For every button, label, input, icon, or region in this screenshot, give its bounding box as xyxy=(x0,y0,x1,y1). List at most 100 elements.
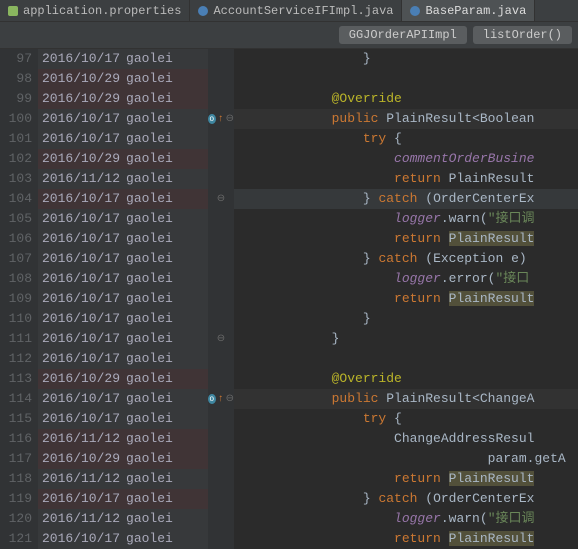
token-ident: } xyxy=(363,491,379,506)
annotate-row[interactable]: 2016/10/17gaolei xyxy=(38,269,208,289)
code-line[interactable] xyxy=(234,349,578,369)
code-line[interactable]: public PlainResult<ChangeA xyxy=(234,389,578,409)
fold-toggle-icon[interactable]: ⊖ xyxy=(217,333,225,345)
line-number[interactable]: 119 xyxy=(4,489,32,509)
code-line[interactable]: } catch (Exception e) xyxy=(234,249,578,269)
editor-tab[interactable]: application.properties xyxy=(0,0,190,21)
code-line[interactable]: commentOrderBusine xyxy=(234,149,578,169)
annotate-row[interactable]: 2016/10/17gaolei xyxy=(38,529,208,549)
implements-up-arrow-icon[interactable]: ↑ xyxy=(218,394,224,405)
code-line[interactable]: public PlainResult<Boolean xyxy=(234,109,578,129)
code-line[interactable]: try { xyxy=(234,409,578,429)
annotate-row[interactable]: 2016/10/29gaolei xyxy=(38,149,208,169)
breadcrumb-segment[interactable]: GGJOrderAPIImpl xyxy=(339,26,467,44)
fold-toggle-icon[interactable]: ⊖ xyxy=(226,393,234,405)
code-line[interactable]: logger.warn("接口调 xyxy=(234,509,578,529)
code-line[interactable]: logger.error("接口 xyxy=(234,269,578,289)
code-line[interactable]: return PlainResult xyxy=(234,529,578,549)
line-number[interactable]: 100 xyxy=(4,109,32,129)
line-number[interactable]: 110 xyxy=(4,309,32,329)
fold-toggle-icon[interactable]: ⊖ xyxy=(217,193,225,205)
annotate-row[interactable]: 2016/10/17gaolei xyxy=(38,389,208,409)
annotate-row[interactable]: 2016/10/17gaolei xyxy=(38,409,208,429)
line-number[interactable]: 121 xyxy=(4,529,32,549)
folding-gutter[interactable]: o↑⊖⊖⊖o↑⊖ xyxy=(208,49,234,549)
line-number[interactable]: 98 xyxy=(4,69,32,89)
annotate-row[interactable]: 2016/10/17gaolei xyxy=(38,249,208,269)
annotate-row[interactable]: 2016/10/17gaolei xyxy=(38,189,208,209)
vcs-annotate-column[interactable]: 2016/10/17gaolei2016/10/29gaolei2016/10/… xyxy=(38,49,208,549)
override-gutter-icon[interactable]: o xyxy=(208,394,216,404)
fold-toggle-icon[interactable]: ⊖ xyxy=(226,113,234,125)
line-number[interactable]: 108 xyxy=(4,269,32,289)
line-number[interactable]: 117 xyxy=(4,449,32,469)
line-number[interactable]: 105 xyxy=(4,209,32,229)
code-line[interactable]: try { xyxy=(234,129,578,149)
annotate-row[interactable]: 2016/10/17gaolei xyxy=(38,329,208,349)
annotate-row[interactable]: 2016/10/29gaolei xyxy=(38,369,208,389)
annotate-row[interactable]: 2016/10/29gaolei xyxy=(38,449,208,469)
annotate-row[interactable]: 2016/10/17gaolei xyxy=(38,209,208,229)
code-line[interactable] xyxy=(234,69,578,89)
token-ident: ( xyxy=(425,191,433,206)
line-number[interactable]: 115 xyxy=(4,409,32,429)
annotate-row[interactable]: 2016/10/17gaolei xyxy=(38,229,208,249)
code-line[interactable]: } catch (OrderCenterEx xyxy=(234,489,578,509)
code-line[interactable]: @Override xyxy=(234,89,578,109)
annotate-author: gaolei xyxy=(126,469,173,489)
annotate-row[interactable]: 2016/10/17gaolei xyxy=(38,309,208,329)
line-number[interactable]: 118 xyxy=(4,469,32,489)
implements-up-arrow-icon[interactable]: ↑ xyxy=(218,114,224,125)
line-number[interactable]: 104 xyxy=(4,189,32,209)
annotate-row[interactable]: 2016/10/17gaolei xyxy=(38,289,208,309)
line-number[interactable]: 107 xyxy=(4,249,32,269)
line-number[interactable]: 106 xyxy=(4,229,32,249)
code-line[interactable]: logger.warn("接口调 xyxy=(234,209,578,229)
code-line[interactable]: ChangeAddressResul xyxy=(234,429,578,449)
annotate-row[interactable]: 2016/10/17gaolei xyxy=(38,49,208,69)
line-number[interactable]: 113 xyxy=(4,369,32,389)
code-line[interactable]: } xyxy=(234,309,578,329)
line-number-gutter[interactable]: 9798991001011021031041051061071081091101… xyxy=(0,49,38,549)
code-line[interactable]: } xyxy=(234,49,578,69)
code-line[interactable]: param.getA xyxy=(234,449,578,469)
line-number[interactable]: 101 xyxy=(4,129,32,149)
breadcrumb-segment[interactable]: listOrder() xyxy=(473,26,572,44)
annotate-date: 2016/10/17 xyxy=(42,489,120,509)
annotate-row[interactable]: 2016/10/17gaolei xyxy=(38,129,208,149)
line-number[interactable]: 111 xyxy=(4,329,32,349)
annotate-row[interactable]: 2016/10/17gaolei xyxy=(38,109,208,129)
annotate-date: 2016/10/17 xyxy=(42,269,120,289)
line-number[interactable]: 116 xyxy=(4,429,32,449)
code-line[interactable]: @Override xyxy=(234,369,578,389)
annotate-row[interactable]: 2016/11/12gaolei xyxy=(38,429,208,449)
code-line[interactable]: return PlainResult xyxy=(234,229,578,249)
code-area[interactable]: } @Override public PlainResult<Boolean t… xyxy=(234,49,578,549)
annotate-row[interactable]: 2016/10/29gaolei xyxy=(38,89,208,109)
editor-tab[interactable]: BaseParam.java xyxy=(402,0,535,21)
code-line[interactable]: return PlainResult xyxy=(234,469,578,489)
line-number[interactable]: 103 xyxy=(4,169,32,189)
line-number[interactable]: 120 xyxy=(4,509,32,529)
editor-tab[interactable]: AccountServiceIFImpl.java xyxy=(190,0,402,21)
line-number[interactable]: 102 xyxy=(4,149,32,169)
line-number[interactable]: 97 xyxy=(4,49,32,69)
line-number[interactable]: 114 xyxy=(4,389,32,409)
code-line[interactable]: return PlainResult xyxy=(234,289,578,309)
annotate-row[interactable]: 2016/11/12gaolei xyxy=(38,469,208,489)
code-line[interactable]: } xyxy=(234,329,578,349)
token-kw: return xyxy=(394,531,449,546)
override-gutter-icon[interactable]: o xyxy=(208,114,216,124)
line-number[interactable]: 112 xyxy=(4,349,32,369)
line-number[interactable]: 109 xyxy=(4,289,32,309)
annotate-row[interactable]: 2016/11/12gaolei xyxy=(38,509,208,529)
code-line[interactable]: } catch (OrderCenterEx xyxy=(234,189,578,209)
annotate-row[interactable]: 2016/10/17gaolei xyxy=(38,489,208,509)
code-line[interactable]: return PlainResult xyxy=(234,169,578,189)
annotate-row[interactable]: 2016/10/17gaolei xyxy=(38,349,208,369)
annotate-row[interactable]: 2016/10/29gaolei xyxy=(38,69,208,89)
line-number[interactable]: 99 xyxy=(4,89,32,109)
annotate-row[interactable]: 2016/11/12gaolei xyxy=(38,169,208,189)
token-ident: param xyxy=(488,451,527,466)
token-ident: e) xyxy=(503,251,534,266)
